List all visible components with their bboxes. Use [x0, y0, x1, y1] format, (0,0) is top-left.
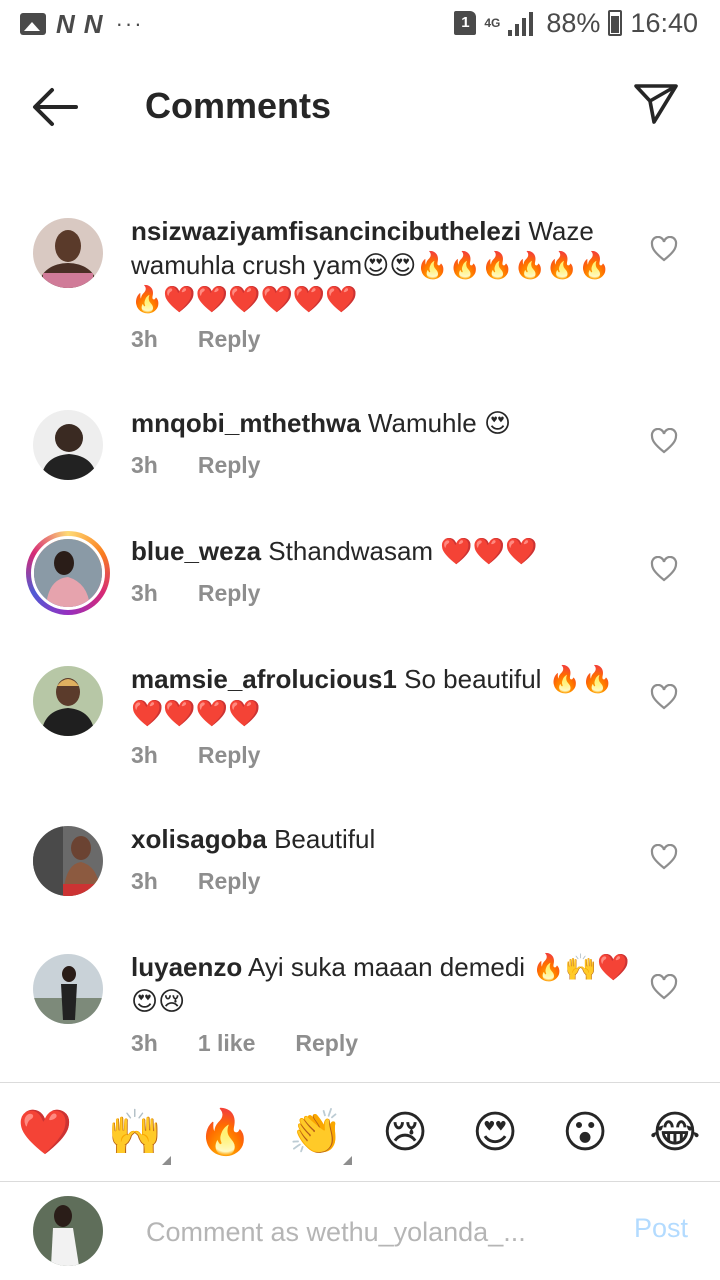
emoji-fire-button[interactable]: 🔥	[197, 1105, 253, 1161]
comment-text: nsizwaziyamfisancincibuthelezi Waze wamu…	[131, 214, 631, 316]
emoji-crying-button[interactable]: 😢	[377, 1105, 433, 1161]
quick-emoji-bar: ❤️ 🙌 🔥 👏 😢 😍 😮 😂	[0, 1082, 720, 1182]
avatar[interactable]	[33, 666, 103, 736]
like-heart-icon[interactable]	[650, 844, 678, 870]
reply-button[interactable]: Reply	[198, 326, 261, 353]
comment-body: Sthandwasam ❤️❤️❤️	[268, 536, 538, 566]
comment-username[interactable]: mnqobi_mthethwa	[131, 408, 361, 438]
comment-username[interactable]: xolisagoba	[131, 824, 267, 854]
arrow-left-icon	[33, 88, 78, 126]
current-user-avatar	[33, 1196, 103, 1266]
like-heart-icon[interactable]	[650, 684, 678, 710]
header: Comments	[0, 62, 720, 152]
avatar[interactable]	[33, 826, 103, 896]
comment-body: Beautiful	[274, 824, 376, 854]
comment-body: Wamuhle 😍	[367, 408, 512, 438]
emoji-heart-button[interactable]: ❤️	[17, 1105, 73, 1161]
comment-composer: Post	[0, 1181, 720, 1280]
image-icon	[20, 13, 46, 35]
comment-time: 3h	[131, 326, 158, 352]
reply-button[interactable]: Reply	[198, 742, 261, 769]
comment-username[interactable]: mamsie_afrolucious1	[131, 664, 397, 694]
comment-meta: 3h Reply	[131, 580, 260, 607]
comment-time: 3h	[131, 452, 158, 478]
like-heart-icon[interactable]	[650, 428, 678, 454]
reply-button[interactable]: Reply	[295, 1030, 358, 1057]
n-icon: N	[56, 9, 75, 39]
sim-icon: 1	[454, 11, 477, 35]
avatar[interactable]	[33, 410, 103, 480]
comment-time: 3h	[131, 580, 158, 606]
comment-username[interactable]: nsizwaziyamfisancincibuthelezi	[131, 216, 521, 246]
comment-meta: 3h Reply	[131, 452, 260, 479]
comment-time: 3h	[131, 1030, 158, 1056]
like-heart-icon[interactable]	[650, 974, 678, 1000]
comment-input[interactable]	[144, 1211, 598, 1253]
comment-meta: 3h 1 like Reply	[131, 1030, 358, 1057]
emoji-raised-hands: 🙌	[107, 1107, 163, 1158]
emoji-heart-eyes-button[interactable]: 😍	[467, 1105, 523, 1161]
comment-username[interactable]: luyaenzo	[131, 952, 242, 982]
emoji-raised-hands-button[interactable]: 🙌	[107, 1105, 171, 1165]
comment-text: blue_weza Sthandwasam ❤️❤️❤️	[131, 534, 631, 568]
more-variants-indicator	[162, 1156, 171, 1165]
comment-text: xolisagoba Beautiful	[131, 822, 631, 856]
network-type: 4G	[484, 16, 501, 30]
reply-button[interactable]: Reply	[198, 868, 261, 895]
comment-meta: 3h Reply	[131, 742, 260, 769]
battery-percent: 88%	[546, 8, 601, 38]
n-icon: N	[83, 9, 103, 39]
like-heart-icon[interactable]	[650, 236, 678, 262]
comment-meta: 3h Reply	[131, 868, 260, 895]
more-dots-icon: ···	[115, 11, 144, 36]
back-button[interactable]	[30, 84, 80, 130]
like-heart-icon[interactable]	[650, 556, 678, 582]
avatar[interactable]	[33, 218, 103, 288]
share-button[interactable]	[632, 80, 680, 128]
status-right: 1 4G 88% 16:40	[454, 8, 698, 38]
emoji-laughing-button[interactable]: 😂	[647, 1105, 703, 1161]
reply-button[interactable]: Reply	[198, 580, 261, 607]
reply-button[interactable]: Reply	[198, 452, 261, 479]
more-variants-indicator	[343, 1156, 352, 1165]
comment-text: mamsie_afrolucious1 So beautiful 🔥🔥❤️❤️❤…	[131, 662, 631, 730]
comment-text: luyaenzo Ayi suka maaan demedi 🔥🙌❤️😍😢	[131, 950, 631, 1018]
signal-icon	[508, 10, 538, 36]
paper-plane-icon	[634, 84, 678, 124]
comment-meta: 3h Reply	[131, 326, 260, 353]
status-left-icons: N N ···	[20, 10, 144, 38]
avatar[interactable]	[33, 954, 103, 1024]
emoji-clap-button[interactable]: 👏	[288, 1105, 352, 1165]
emoji-surprised-button[interactable]: 😮	[557, 1105, 613, 1161]
emoji-clap: 👏	[288, 1107, 344, 1158]
post-button[interactable]: Post	[634, 1213, 688, 1244]
comment-time: 3h	[131, 868, 158, 894]
comment-text: mnqobi_mthethwa Wamuhle 😍	[131, 406, 631, 440]
page-title: Comments	[145, 85, 332, 126]
comment-like-count[interactable]: 1 like	[198, 1030, 256, 1057]
clock: 16:40	[630, 8, 698, 38]
comment-time: 3h	[131, 742, 158, 768]
comment-username[interactable]: blue_weza	[131, 536, 261, 566]
battery-icon	[608, 10, 623, 36]
avatar-with-story-ring[interactable]	[26, 531, 110, 615]
status-bar: N N ··· 1 4G 88% 16:40	[0, 0, 720, 52]
